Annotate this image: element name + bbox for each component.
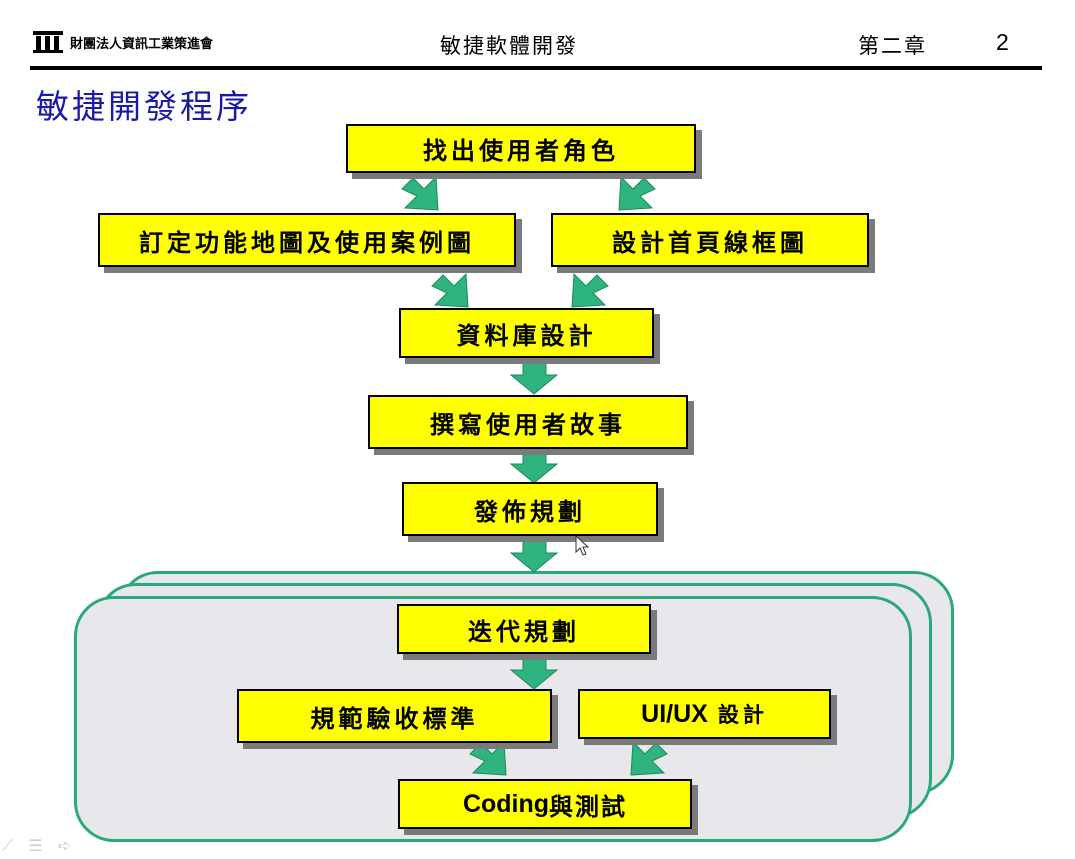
arrow-release-to-iteration <box>509 538 559 573</box>
arrow-wireframe-to-db <box>571 272 609 308</box>
step-coding-and-testing: Coding 與測試 <box>398 779 692 829</box>
step-write-user-stories: 撰寫使用者故事 <box>368 395 688 449</box>
arrow-stories-to-release <box>509 450 559 484</box>
step-label-latin: Coding <box>462 789 550 818</box>
step-label: 迭代規劃 <box>468 616 580 646</box>
step-label-latin: UI/UX <box>641 699 708 728</box>
step-label: 發佈規劃 <box>474 496 586 526</box>
menu-icon[interactable]: ☰ <box>28 836 42 855</box>
step-release-planning: 發佈規劃 <box>402 482 658 536</box>
arrow-uiux-to-coding <box>630 740 668 776</box>
arrow-roles-to-feature-map <box>401 175 439 211</box>
step-label: 撰寫使用者故事 <box>430 409 626 439</box>
pen-icon[interactable]: ⟋ <box>2 836 13 855</box>
next-icon[interactable]: ➪ <box>58 836 71 855</box>
arrow-roles-to-wireframe <box>618 175 656 211</box>
slideshow-toolbar[interactable]: ⟋ ☰ ➪ <box>2 836 71 856</box>
arrow-db-to-stories <box>509 359 559 395</box>
step-label: 找出使用者角色 <box>423 136 619 165</box>
step-label: 設計首頁線框圖 <box>612 227 808 257</box>
step-label: 規範驗收標準 <box>310 703 479 733</box>
step-homepage-wireframe: 設計首頁線框圖 <box>551 213 869 267</box>
arrow-acceptance-to-coding <box>469 740 507 776</box>
arrow-feature-map-to-db <box>431 272 469 308</box>
step-acceptance-criteria: 規範驗收標準 <box>237 689 552 743</box>
step-database-design: 資料庫設計 <box>399 308 654 358</box>
step-label: 訂定功能地圖及使用案例圖 <box>139 227 475 257</box>
step-feature-map: 訂定功能地圖及使用案例圖 <box>98 213 516 267</box>
step-find-user-roles: 找出使用者角色 <box>346 124 696 173</box>
step-label: 資料庫設計 <box>456 320 597 350</box>
arrow-iteration-to-acceptance <box>509 656 559 690</box>
step-label-cjk: 設計 <box>717 702 768 727</box>
mouse-cursor-icon <box>575 535 590 556</box>
step-uiux-design: UI/UX 設計 <box>578 689 831 739</box>
step-label-cjk: 與測試 <box>549 791 628 821</box>
step-iteration-planning: 迭代規劃 <box>397 604 651 654</box>
